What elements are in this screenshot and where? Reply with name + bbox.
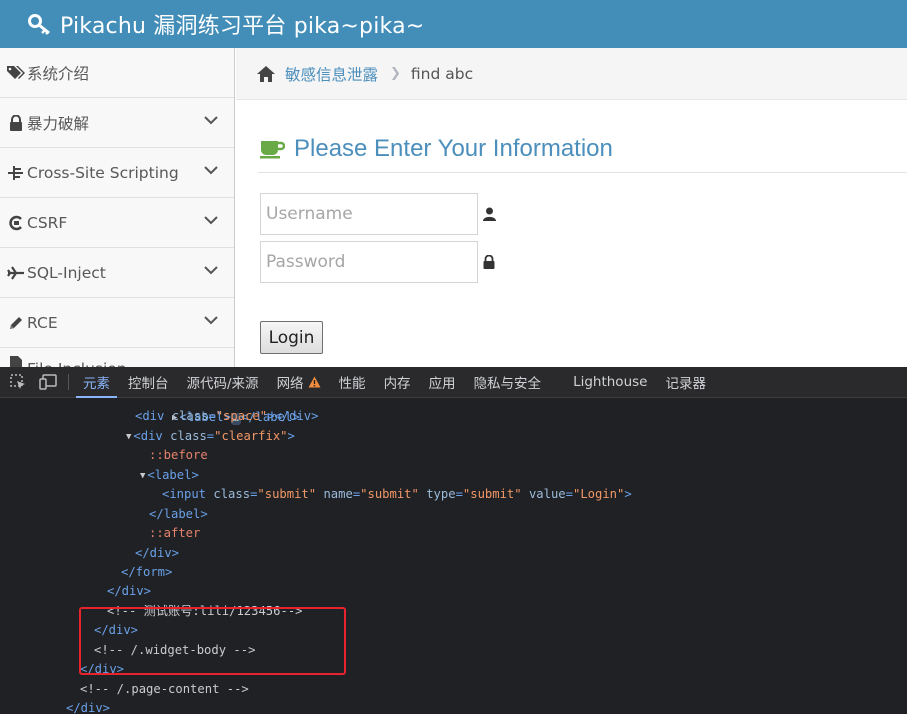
- page-title: Please Enter Your Information: [260, 135, 613, 163]
- chevron-down-icon: [204, 316, 218, 325]
- key-icon: [28, 14, 50, 35]
- breadcrumb: 敏感信息泄露 ❯ find abc: [236, 48, 907, 100]
- dom-node-after[interactable]: ::after: [149, 524, 200, 544]
- pencil-icon: [6, 315, 26, 331]
- dom-node-div-space[interactable]: <div class="space"></div>: [135, 407, 318, 427]
- sidebar-item-intro[interactable]: 系统介绍: [0, 48, 234, 98]
- tab-application[interactable]: 应用: [420, 367, 465, 398]
- sidebar-item-label: 暴力破解: [27, 114, 90, 133]
- chevron-down-icon: [204, 116, 218, 125]
- expand-triangle-icon[interactable]: ▼: [140, 471, 145, 481]
- sidebar-item-xss[interactable]: Cross-Site Scripting: [0, 148, 234, 198]
- dom-node-comment-page-content[interactable]: <!-- /.page-content -->: [80, 680, 249, 700]
- expand-triangle-icon[interactable]: ▼: [126, 432, 131, 442]
- sidebar-item-label: CSRF: [27, 213, 68, 232]
- sidebar-item-file-inclusion[interactable]: File Inclusion: [0, 348, 234, 368]
- chevron-down-icon: [204, 216, 218, 225]
- lock-icon: [6, 114, 26, 131]
- sidebar-item-label: RCE: [27, 313, 58, 332]
- dom-node-input-submit[interactable]: <input class="submit" name="submit" type…: [162, 485, 632, 505]
- tab-recorder[interactable]: 记录器: [656, 367, 715, 398]
- breadcrumb-link[interactable]: 敏感信息泄露: [285, 63, 378, 85]
- lock-icon: [483, 255, 495, 269]
- coffee-cup-icon: [260, 141, 285, 159]
- csrf-icon: [6, 215, 26, 231]
- dom-node-form-close[interactable]: </form>: [121, 563, 172, 583]
- device-toolbar-icon[interactable]: [36, 372, 60, 392]
- user-icon: [483, 207, 496, 221]
- tab-elements[interactable]: 元素: [74, 367, 119, 398]
- breadcrumb-separator: ❯: [390, 66, 401, 81]
- chevron-down-icon: [204, 266, 218, 275]
- login-button[interactable]: Login: [260, 321, 323, 354]
- toolbar-divider: [68, 374, 69, 390]
- tab-memory[interactable]: 内存: [375, 367, 420, 398]
- chevron-down-icon: [204, 166, 218, 175]
- warning-icon: [308, 376, 321, 388]
- xss-icon: [6, 165, 26, 181]
- sidebar-item-rce[interactable]: RCE: [0, 298, 234, 348]
- app-title[interactable]: Pikachu 漏洞练习平台 pika~pika~: [60, 8, 424, 40]
- sidebar-item-brute-force[interactable]: 暴力破解: [0, 98, 234, 148]
- tags-icon: [6, 65, 26, 81]
- main-content: Please Enter Your Information Login: [236, 101, 907, 367]
- app-header: Pikachu 漏洞练习平台 pika~pika~: [0, 0, 907, 48]
- sidebar-item-label: Cross-Site Scripting: [27, 163, 179, 182]
- home-icon[interactable]: [256, 65, 276, 83]
- dom-node-div-close[interactable]: </div>: [135, 544, 179, 564]
- devtools-panel: 元素 控制台 源代码/来源 网络 性能 内存 应用 隐私与安全 Lighthou…: [0, 367, 907, 714]
- sidebar: 系统介绍 暴力破解 Cross-Site Scripting CSRF SQL-…: [0, 48, 235, 368]
- dom-node-label-close[interactable]: </label>: [149, 505, 208, 525]
- annotation-highlight-box: [79, 607, 346, 675]
- sidebar-item-csrf[interactable]: CSRF: [0, 198, 234, 248]
- dom-node-div-close[interactable]: </div>: [107, 582, 151, 602]
- tab-privacy-security[interactable]: 隐私与安全: [465, 367, 551, 398]
- tab-performance[interactable]: 性能: [330, 367, 375, 398]
- sidebar-item-label: 系统介绍: [27, 64, 90, 83]
- dom-node-div-close[interactable]: </div>: [66, 699, 110, 714]
- page-title-text: Please Enter Your Information: [294, 135, 613, 162]
- sidebar-item-label: SQL-Inject: [27, 263, 106, 282]
- title-divider: [258, 172, 907, 173]
- password-field[interactable]: [260, 241, 478, 283]
- dom-node-before[interactable]: ::before: [149, 446, 208, 466]
- tab-lighthouse[interactable]: Lighthouse: [564, 367, 656, 398]
- breadcrumb-current: find abc: [410, 64, 474, 83]
- plane-icon: [6, 265, 26, 281]
- inspect-element-icon[interactable]: [6, 372, 30, 392]
- username-field[interactable]: [260, 193, 478, 235]
- file-icon: [6, 355, 26, 368]
- sidebar-item-sql-inject[interactable]: SQL-Inject: [0, 248, 234, 298]
